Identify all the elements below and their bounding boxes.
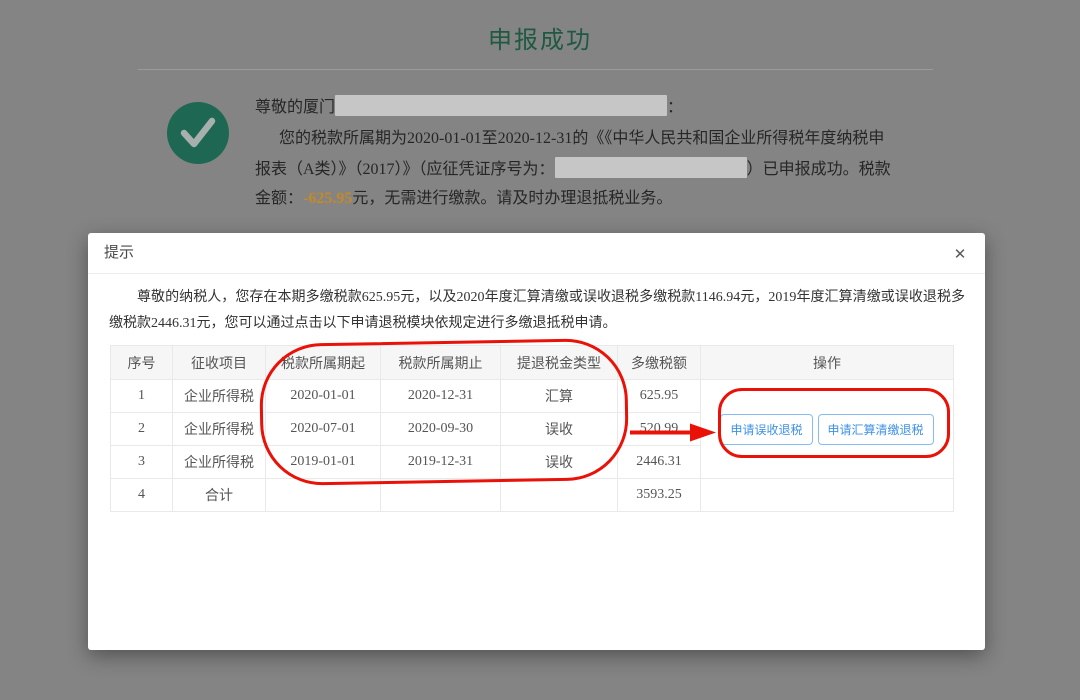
cell-period-end: 2019-12-31 (381, 446, 501, 479)
refund-table-container: 序号 征收项目 税款所属期起 税款所属期止 提退税金类型 多缴税额 操作 1 企… (110, 345, 953, 512)
cell-empty (266, 479, 381, 512)
cell-overpaid: 520.99 (618, 413, 701, 446)
cell-total-label: 合计 (173, 479, 266, 512)
cell-refund-type: 汇算 (501, 380, 618, 413)
operation-buttons: 申请误收退税 申请汇算清缴退税 (701, 414, 953, 445)
greeting-text: 尊敬的厦门 (255, 99, 335, 116)
col-header-period-end: 税款所属期止 (381, 346, 501, 380)
cell-seq: 2 (111, 413, 173, 446)
voucher-prefix: 报表（A类）》（2017）》（应征凭证序号为： (255, 161, 555, 178)
table-row: 1 企业所得税 2020-01-01 2020-12-31 汇算 625.95 … (111, 380, 954, 413)
cell-period-start: 2019-01-01 (266, 446, 381, 479)
col-header-overpaid: 多缴税额 (618, 346, 701, 380)
col-header-operation: 操作 (701, 346, 954, 380)
tip-dialog: 提示 ✕ 尊敬的纳税人，您存在本期多缴税款625.95元，以及2020年度汇算清… (88, 233, 985, 650)
dialog-message: 尊敬的纳税人，您存在本期多缴税款625.95元，以及2020年度汇算清缴或误收退… (109, 285, 965, 337)
greeting-colon: ： (667, 99, 683, 116)
cell-total-amount: 3593.25 (618, 479, 701, 512)
apply-erroneous-refund-button[interactable]: 申请误收退税 (720, 414, 812, 445)
notice-line-period: 您的税款所属期为2020-01-01至2020-12-31的《《中华人民共和国企… (255, 127, 884, 151)
voucher-suffix: ）已申报成功。税款 (747, 161, 891, 178)
redacted-voucher-number (555, 157, 747, 178)
cell-period-start: 2020-07-01 (266, 413, 381, 446)
cell-seq: 1 (111, 380, 173, 413)
cell-refund-type: 误收 (501, 413, 618, 446)
col-header-refund-type: 提退税金类型 (501, 346, 618, 380)
cell-seq: 4 (111, 479, 173, 512)
operation-cell: 申请误收退税 申请汇算清缴退税 (701, 380, 954, 479)
close-icon[interactable]: ✕ (947, 241, 973, 267)
cell-item: 企业所得税 (173, 446, 266, 479)
cell-period-end: 2020-12-31 (381, 380, 501, 413)
cell-empty (381, 479, 501, 512)
cell-item: 企业所得税 (173, 413, 266, 446)
cell-period-start: 2020-01-01 (266, 380, 381, 413)
cell-overpaid: 2446.31 (618, 446, 701, 479)
table-row-total: 4 合计 3593.25 (111, 479, 954, 512)
col-header-period-start: 税款所属期起 (266, 346, 381, 380)
cell-item: 企业所得税 (173, 380, 266, 413)
cell-empty-operation (701, 479, 954, 512)
dialog-header: 提示 ✕ (88, 233, 985, 274)
success-check-icon (167, 102, 229, 164)
application-window: 申报成功 尊敬的厦门 ： 您的税款所属期为2020-01-01至2020-12-3… (0, 0, 1080, 700)
cell-period-end: 2020-09-30 (381, 413, 501, 446)
redacted-taxpayer-name (335, 95, 667, 116)
apply-settlement-refund-button[interactable]: 申请汇算清缴退税 (818, 414, 934, 445)
amount-suffix: 元，无需进行缴款。请及时办理退抵税业务。 (352, 190, 672, 207)
page-title: 申报成功 (0, 20, 1080, 55)
cell-seq: 3 (111, 446, 173, 479)
notice-line-greeting: 尊敬的厦门 ： (255, 95, 683, 119)
col-header-seq: 序号 (111, 346, 173, 380)
refund-table: 序号 征收项目 税款所属期起 税款所属期止 提退税金类型 多缴税额 操作 1 企… (110, 345, 954, 512)
tax-amount-value: -625.95 (303, 190, 352, 207)
cell-refund-type: 误收 (501, 446, 618, 479)
table-header-row: 序号 征收项目 税款所属期起 税款所属期止 提退税金类型 多缴税额 操作 (111, 346, 954, 380)
dialog-title: 提示 (104, 233, 134, 273)
notice-line-amount: 金额：-625.95元，无需进行缴款。请及时办理退抵税业务。 (255, 187, 672, 211)
title-divider (138, 69, 933, 70)
amount-label: 金额： (255, 190, 303, 207)
cell-empty (501, 479, 618, 512)
col-header-item: 征收项目 (173, 346, 266, 380)
notice-line-voucher: 报表（A类）》（2017）》（应征凭证序号为： ）已申报成功。税款 (255, 157, 891, 181)
cell-overpaid: 625.95 (618, 380, 701, 413)
